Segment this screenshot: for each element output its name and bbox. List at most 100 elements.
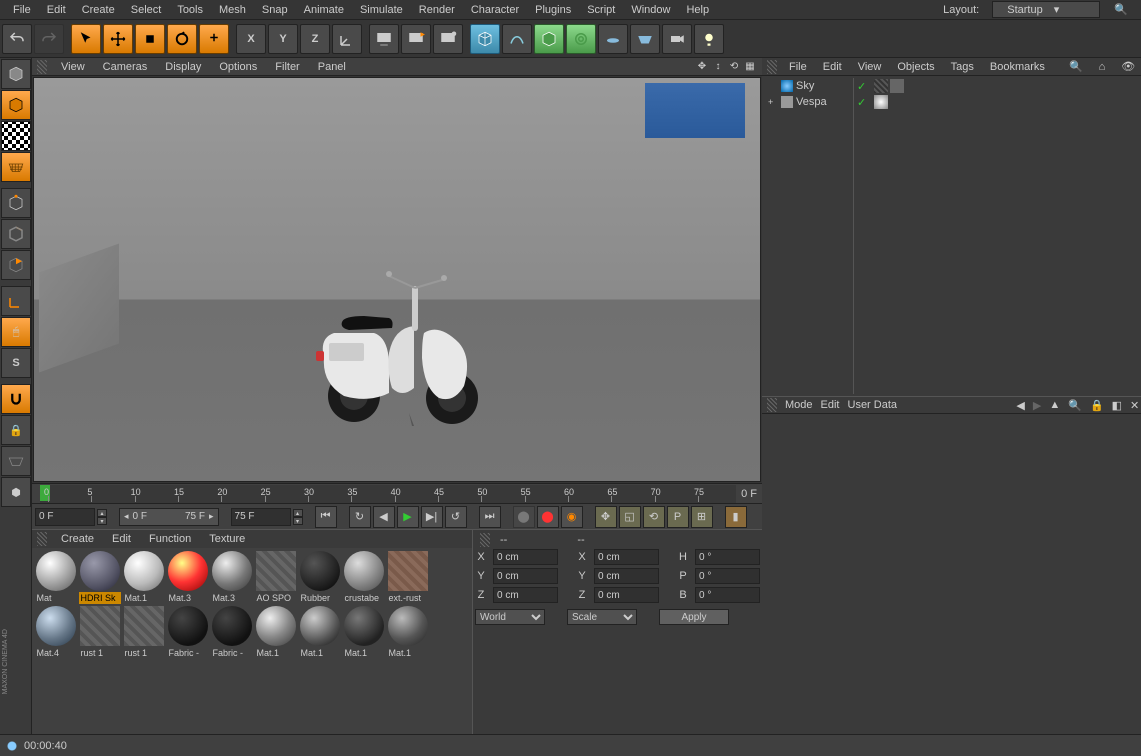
coord-input[interactable] (493, 587, 558, 603)
vp-menu-panel[interactable]: Panel (314, 59, 350, 75)
material-item[interactable]: Mat.1 (298, 605, 341, 659)
menu-render[interactable]: Render (411, 1, 463, 19)
tag-icon[interactable] (874, 79, 888, 93)
material-item[interactable]: Mat.1 (342, 605, 385, 659)
drag-handle-icon[interactable] (37, 532, 47, 546)
material-item[interactable]: Fabric - (166, 605, 209, 659)
attr-menu-edit[interactable]: Edit (821, 399, 840, 411)
mat-menu-function[interactable]: Function (145, 531, 195, 547)
spin-up[interactable]: ▴ (97, 509, 107, 517)
frame-current-input[interactable] (231, 508, 291, 526)
coord-input[interactable] (695, 568, 760, 584)
attr-up-icon[interactable]: ▲ (1049, 399, 1060, 411)
material-item[interactable]: rust 1 (122, 605, 165, 659)
menu-tools[interactable]: Tools (169, 1, 211, 19)
coord-input[interactable] (493, 568, 558, 584)
apply-button[interactable]: Apply (659, 609, 729, 625)
vp-menu-filter[interactable]: Filter (271, 59, 303, 75)
tag-icon[interactable] (890, 79, 904, 93)
viewport-solo[interactable]: S (1, 348, 31, 378)
x-axis-lock[interactable]: X (236, 24, 266, 54)
key-pla-button[interactable]: ⊞ (691, 506, 713, 528)
tag-icon[interactable] (874, 95, 888, 109)
material-item[interactable]: crustabe (342, 550, 385, 604)
menu-create[interactable]: Create (74, 1, 123, 19)
material-item[interactable]: HDRI Sk (78, 550, 121, 604)
coord-input[interactable] (594, 568, 659, 584)
deformer[interactable] (566, 24, 596, 54)
menu-file[interactable]: File (5, 1, 39, 19)
points-mode[interactable] (1, 188, 31, 218)
edges-mode[interactable] (1, 219, 31, 249)
object-tree[interactable]: Sky+ Vespa ✓ ✓ (762, 76, 1141, 396)
mat-menu-texture[interactable]: Texture (205, 531, 249, 547)
render-settings[interactable] (433, 24, 463, 54)
record-button[interactable]: ⬤ (513, 506, 535, 528)
key-all-button[interactable]: ▮ (725, 506, 747, 528)
key-pos-button[interactable]: ✥ (595, 506, 617, 528)
layout-select[interactable]: Startup ▾ (992, 1, 1100, 18)
redo-button[interactable] (34, 24, 64, 54)
attr-menu-mode[interactable]: Mode (785, 399, 813, 411)
om-home-icon[interactable]: ⌂ (1095, 59, 1110, 75)
menu-plugins[interactable]: Plugins (527, 1, 579, 19)
select-tool[interactable] (71, 24, 101, 54)
drag-handle-icon[interactable] (767, 60, 777, 74)
light-object[interactable] (694, 24, 724, 54)
model-mode[interactable] (1, 90, 31, 120)
vp-menu-options[interactable]: Options (215, 59, 261, 75)
om-menu-edit[interactable]: Edit (819, 59, 846, 75)
primitive-cube[interactable] (470, 24, 500, 54)
vp-menu-display[interactable]: Display (161, 59, 205, 75)
menu-edit[interactable]: Edit (39, 1, 74, 19)
timeline-ruler[interactable]: 051015202530354045505560657075 0 F (32, 483, 762, 503)
coord-input[interactable] (594, 549, 659, 565)
material-item[interactable]: rust 1 (78, 605, 121, 659)
om-menu-file[interactable]: File (785, 59, 811, 75)
vp-orbit-icon[interactable]: ⟲ (727, 60, 741, 74)
attr-del-icon[interactable]: ✕ (1130, 399, 1139, 412)
coord-input[interactable] (695, 549, 760, 565)
menu-window[interactable]: Window (623, 1, 678, 19)
workplane2[interactable] (1, 446, 31, 476)
coord-mode-select[interactable]: World (475, 609, 545, 625)
autokey-button[interactable]: ⬤ (537, 506, 559, 528)
keyframe-button[interactable]: ◉ (561, 506, 583, 528)
scale-tool[interactable] (135, 24, 165, 54)
menu-character[interactable]: Character (463, 1, 527, 19)
rotate-tool[interactable] (167, 24, 197, 54)
vp-menu-view[interactable]: View (57, 59, 89, 75)
loop2-button[interactable]: ↺ (445, 506, 467, 528)
om-menu-view[interactable]: View (854, 59, 886, 75)
material-item[interactable]: ext.-rust (386, 550, 429, 604)
mat-menu-edit[interactable]: Edit (108, 531, 135, 547)
play-button[interactable]: ▶ (397, 506, 419, 528)
drag-handle-icon[interactable] (37, 60, 47, 74)
om-menu-tags[interactable]: Tags (947, 59, 978, 75)
z-axis-lock[interactable]: Z (300, 24, 330, 54)
render-pv[interactable] (401, 24, 431, 54)
key-param-button[interactable]: P (667, 506, 689, 528)
key-scale-button[interactable]: ◱ (619, 506, 641, 528)
attr-new-icon[interactable]: ◧ (1112, 399, 1122, 412)
mat-menu-create[interactable]: Create (57, 531, 98, 547)
material-item[interactable]: Fabric - (210, 605, 253, 659)
frame-start-input[interactable] (35, 508, 95, 526)
menu-select[interactable]: Select (123, 1, 170, 19)
environment[interactable] (598, 24, 628, 54)
misc-tool[interactable]: ⬢ (1, 477, 31, 507)
material-item[interactable]: Mat.3 (166, 550, 209, 604)
locked[interactable]: 🔒 (1, 415, 31, 445)
floor-plane[interactable] (630, 24, 660, 54)
material-item[interactable]: Mat (34, 550, 77, 604)
undo-button[interactable] (2, 24, 32, 54)
vp-zoom-icon[interactable]: ↕ (711, 60, 725, 74)
material-item[interactable]: AO SPO (254, 550, 297, 604)
y-axis-lock[interactable]: Y (268, 24, 298, 54)
move-tool[interactable] (103, 24, 133, 54)
axis-mode[interactable] (1, 286, 31, 316)
attr-lock-icon[interactable]: 🔒 (1090, 399, 1104, 412)
material-item[interactable]: Mat.3 (210, 550, 253, 604)
material-item[interactable]: Mat.1 (386, 605, 429, 659)
coord-input[interactable] (594, 587, 659, 603)
